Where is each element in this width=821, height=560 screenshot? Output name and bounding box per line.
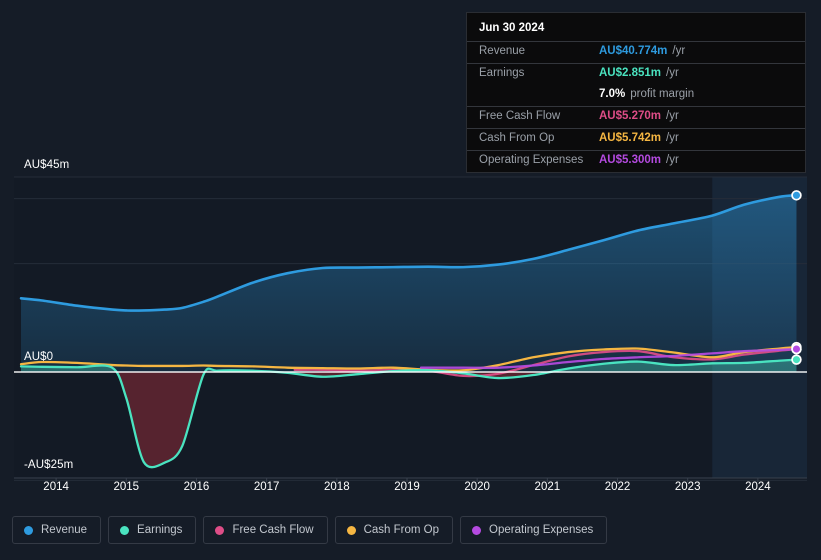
- tooltip-row-value: AU$5.300m: [599, 154, 662, 166]
- tooltip-row-label: Free Cash Flow: [479, 110, 561, 122]
- x-tick-2022: 2022: [604, 481, 631, 493]
- y-axis-label-top: AU$45m: [24, 159, 70, 171]
- x-axis: 2014 2015 2016 2017 2018 2019 2020 2021 2022 2023…: [0, 481, 821, 501]
- tooltip-row-unit: /yr: [666, 154, 679, 166]
- tooltip-row: Cash From Op AU$5.742m/yr: [467, 128, 805, 150]
- x-tick-2014: 2014: [43, 481, 69, 493]
- x-tick-2016: 2016: [183, 481, 210, 493]
- legend-item-label: Revenue: [41, 524, 88, 536]
- legend-item-label: Free Cash Flow: [232, 524, 314, 536]
- data-tooltip: Jun 30 2024 Revenue AU$40.774m/yr Earnings…: [466, 12, 806, 173]
- legend-color-dot-icon: [472, 525, 482, 535]
- x-tick-2018: 2018: [324, 481, 350, 493]
- legend-item-earnings[interactable]: Earnings: [108, 516, 197, 544]
- legend-color-dot-icon: [24, 525, 33, 535]
- x-tick-2021: 2021: [534, 481, 561, 493]
- tooltip-row-unit: /yr: [666, 67, 679, 79]
- tooltip-row-value: 7.0%: [599, 88, 626, 100]
- x-tick-2024: 2024: [745, 481, 771, 493]
- x-tick-2015: 2015: [113, 481, 140, 493]
- tooltip-row-label: Operating Expenses: [479, 154, 584, 166]
- x-tick-2019: 2019: [394, 481, 420, 493]
- tooltip-row-unit: /yr: [666, 110, 679, 122]
- x-tick-2020: 2020: [464, 481, 490, 493]
- tooltip-row: Operating Expenses AU$5.300m/yr: [467, 150, 805, 172]
- tooltip-row-unit: /yr: [666, 132, 679, 144]
- tooltip-row: Free Cash Flow AU$5.270m/yr: [467, 106, 805, 128]
- x-tick-2023: 2023: [674, 481, 701, 493]
- legend-item-cash-from-op[interactable]: Cash From Op: [334, 516, 454, 544]
- tooltip-row: Revenue AU$40.774m/yr: [467, 41, 805, 63]
- legend-color-dot-icon: [120, 525, 130, 535]
- legend-item-label: Operating Expenses: [489, 524, 594, 536]
- tooltip-row-unit: /yr: [672, 45, 686, 57]
- tooltip-row-unit: profit margin: [630, 88, 695, 100]
- tooltip-row: 7.0% profit margin: [467, 85, 805, 106]
- legend-item-free-cash-flow[interactable]: Free Cash Flow: [203, 516, 328, 544]
- legend-item-label: Earnings: [137, 524, 183, 536]
- tooltip-rows: Revenue AU$40.774m/yr Earnings AU$2.851m/yr…: [467, 41, 805, 172]
- legend-item-label: Cash From Op: [363, 524, 440, 536]
- tooltip-row-label: Revenue: [479, 45, 526, 57]
- tooltip-row: Earnings AU$2.851m/yr: [467, 63, 805, 85]
- x-tick-2017: 2017: [253, 481, 280, 493]
- tooltip-row-label: Earnings: [479, 67, 525, 79]
- tooltip-date-title: Jun 30 2024: [479, 22, 545, 34]
- tooltip-row-label: Cash From Op: [479, 132, 555, 144]
- financial-chart: AU$45m AU$0 -AU$25m 2014 2015 2016 2017 2018…: [0, 0, 821, 560]
- tooltip-row-value: AU$2.851m: [599, 67, 662, 79]
- legend-color-dot-icon: [346, 525, 356, 535]
- y-axis-label-bottom: -AU$25m: [24, 459, 74, 471]
- legend-item-operating-expenses[interactable]: Operating Expenses: [460, 516, 608, 544]
- y-axis-label-zero: AU$0: [24, 351, 54, 363]
- tooltip-row-value: AU$40.774m: [599, 45, 668, 57]
- legend-item-revenue[interactable]: Revenue: [12, 516, 102, 544]
- chart-legend: Revenue Earnings Free Cash Flow Cash From O…: [12, 516, 608, 544]
- tooltip-row-value: AU$5.270m: [599, 110, 662, 122]
- tooltip-row-value: AU$5.742m: [599, 132, 662, 144]
- legend-color-dot-icon: [215, 525, 225, 535]
